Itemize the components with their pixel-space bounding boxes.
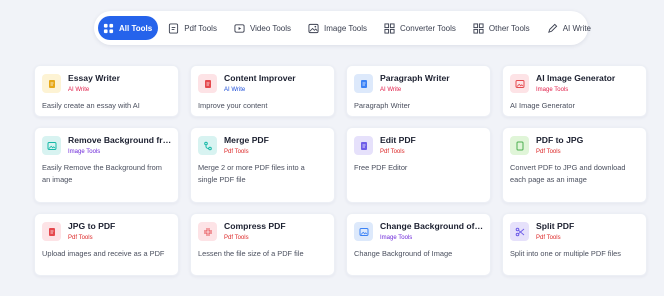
card-category: Image Tools [536, 87, 569, 93]
tab-label: All Tools [119, 23, 153, 33]
card-title: Split PDF [536, 221, 575, 231]
tool-card-compress-pdf[interactable]: Compress PDF Pdf Tools Lessen the file s… [190, 213, 335, 276]
document-icon [510, 136, 529, 155]
pen-icon [547, 23, 557, 33]
document-icon [354, 74, 373, 93]
tab-all-tools[interactable]: All Tools [98, 16, 159, 40]
card-title: Merge PDF [224, 135, 269, 145]
tab-pdf-tools[interactable]: Pdf Tools [160, 16, 225, 40]
tab-label: Converter Tools [400, 23, 456, 33]
card-description: Lessen the file size of a PDF file [198, 249, 304, 258]
tool-card-split-pdf[interactable]: Split PDF Pdf Tools Split into one or mu… [502, 213, 647, 276]
tab-other-tools[interactable]: Other Tools [465, 16, 538, 40]
card-description: AI Image Generator [510, 101, 575, 110]
card-title: Compress PDF [224, 221, 286, 231]
card-category: AI Write [68, 87, 90, 93]
tool-card-pdf-to-jpg[interactable]: PDF to JPG Pdf Tools Convert PDF to JPG … [502, 127, 647, 203]
card-category: AI Write [224, 87, 246, 93]
image-icon [42, 136, 61, 155]
card-description: Improve your content [198, 101, 268, 110]
document-icon [42, 222, 61, 241]
card-description: Merge 2 or more PDF files into a single … [198, 163, 305, 184]
tool-card-merge-pdf[interactable]: Merge PDF Pdf Tools Merge 2 or more PDF … [190, 127, 335, 203]
tab-label: Video Tools [249, 23, 292, 33]
card-category: Pdf Tools [224, 235, 249, 241]
tool-card-ai-image-generator[interactable]: AI Image Generator Image Tools AI Image … [502, 65, 647, 117]
scissors-icon [510, 222, 529, 241]
card-title: PDF to JPG [536, 135, 584, 145]
card-title: JPG to PDF [68, 221, 116, 231]
other-grid-icon [473, 22, 484, 34]
image-icon [354, 222, 373, 241]
image-icon [308, 23, 319, 33]
tool-card-change-background[interactable]: Change Background of Image Image Tools C… [346, 213, 491, 276]
tool-card-edit-pdf[interactable]: Edit PDF Pdf Tools Free PDF Editor [346, 127, 491, 203]
video-icon [234, 23, 245, 33]
card-description: Convert PDF to JPG and download each pag… [510, 163, 626, 184]
tool-category-nav: All Tools Pdf Tools Video Tools Image To… [94, 11, 591, 45]
document-icon [354, 136, 373, 155]
card-category: Pdf Tools [536, 235, 561, 241]
card-title: Change Background of Image [380, 221, 484, 231]
card-category: Pdf Tools [68, 235, 93, 241]
card-title: Remove Background from Image [68, 135, 172, 145]
tool-card-content-improver[interactable]: Content Improver AI Write Improve your c… [190, 65, 335, 117]
card-category: Pdf Tools [224, 149, 249, 155]
document-icon [198, 74, 217, 93]
converter-grid-icon [384, 22, 395, 34]
tool-card-remove-background[interactable]: Remove Background from Image Image Tools… [34, 127, 179, 203]
card-category: Image Tools [380, 235, 413, 241]
tab-video-tools[interactable]: Video Tools [226, 16, 299, 40]
card-category: Pdf Tools [536, 149, 561, 155]
card-category: Pdf Tools [380, 149, 405, 155]
card-title: Essay Writer [68, 73, 120, 83]
card-title: Content Improver [224, 73, 296, 83]
card-description: Free PDF Editor [354, 163, 408, 172]
tab-label: Other Tools [488, 23, 530, 33]
image-icon [510, 74, 529, 93]
card-description: Easily create an essay with AI [42, 101, 140, 110]
tab-label: Pdf Tools [184, 23, 217, 33]
card-category: AI Write [380, 87, 402, 93]
card-description: Upload images and receive as a PDF [42, 249, 165, 258]
card-description: Change Background of Image [354, 249, 453, 258]
tool-card-essay-writer[interactable]: Essay Writer AI Write Easily create an e… [34, 65, 179, 117]
tool-card-jpg-to-pdf[interactable]: JPG to PDF Pdf Tools Upload images and r… [34, 213, 179, 276]
tool-card-paragraph-writer[interactable]: Paragraph Writer AI Write Paragraph Writ… [346, 65, 491, 117]
card-title: Edit PDF [380, 135, 416, 145]
tab-ai-write[interactable]: AI Write [539, 16, 599, 40]
tab-converter-tools[interactable]: Converter Tools [376, 16, 464, 40]
compress-icon [198, 222, 217, 241]
card-title: Paragraph Writer [380, 73, 450, 83]
card-description: Paragraph Writer [354, 101, 411, 110]
tab-label: AI Write [562, 23, 591, 33]
card-description: Split into one or multiple PDF files [510, 249, 621, 258]
document-icon [42, 74, 61, 93]
card-title: AI Image Generator [536, 73, 616, 83]
grid-icon [103, 23, 114, 33]
tab-label: Image Tools [324, 23, 368, 33]
merge-icon [198, 136, 217, 155]
pdf-icon [169, 22, 179, 34]
card-description: Easily Remove the Background from an ima… [42, 163, 162, 184]
card-category: Image Tools [68, 149, 101, 155]
tab-image-tools[interactable]: Image Tools [300, 16, 375, 40]
